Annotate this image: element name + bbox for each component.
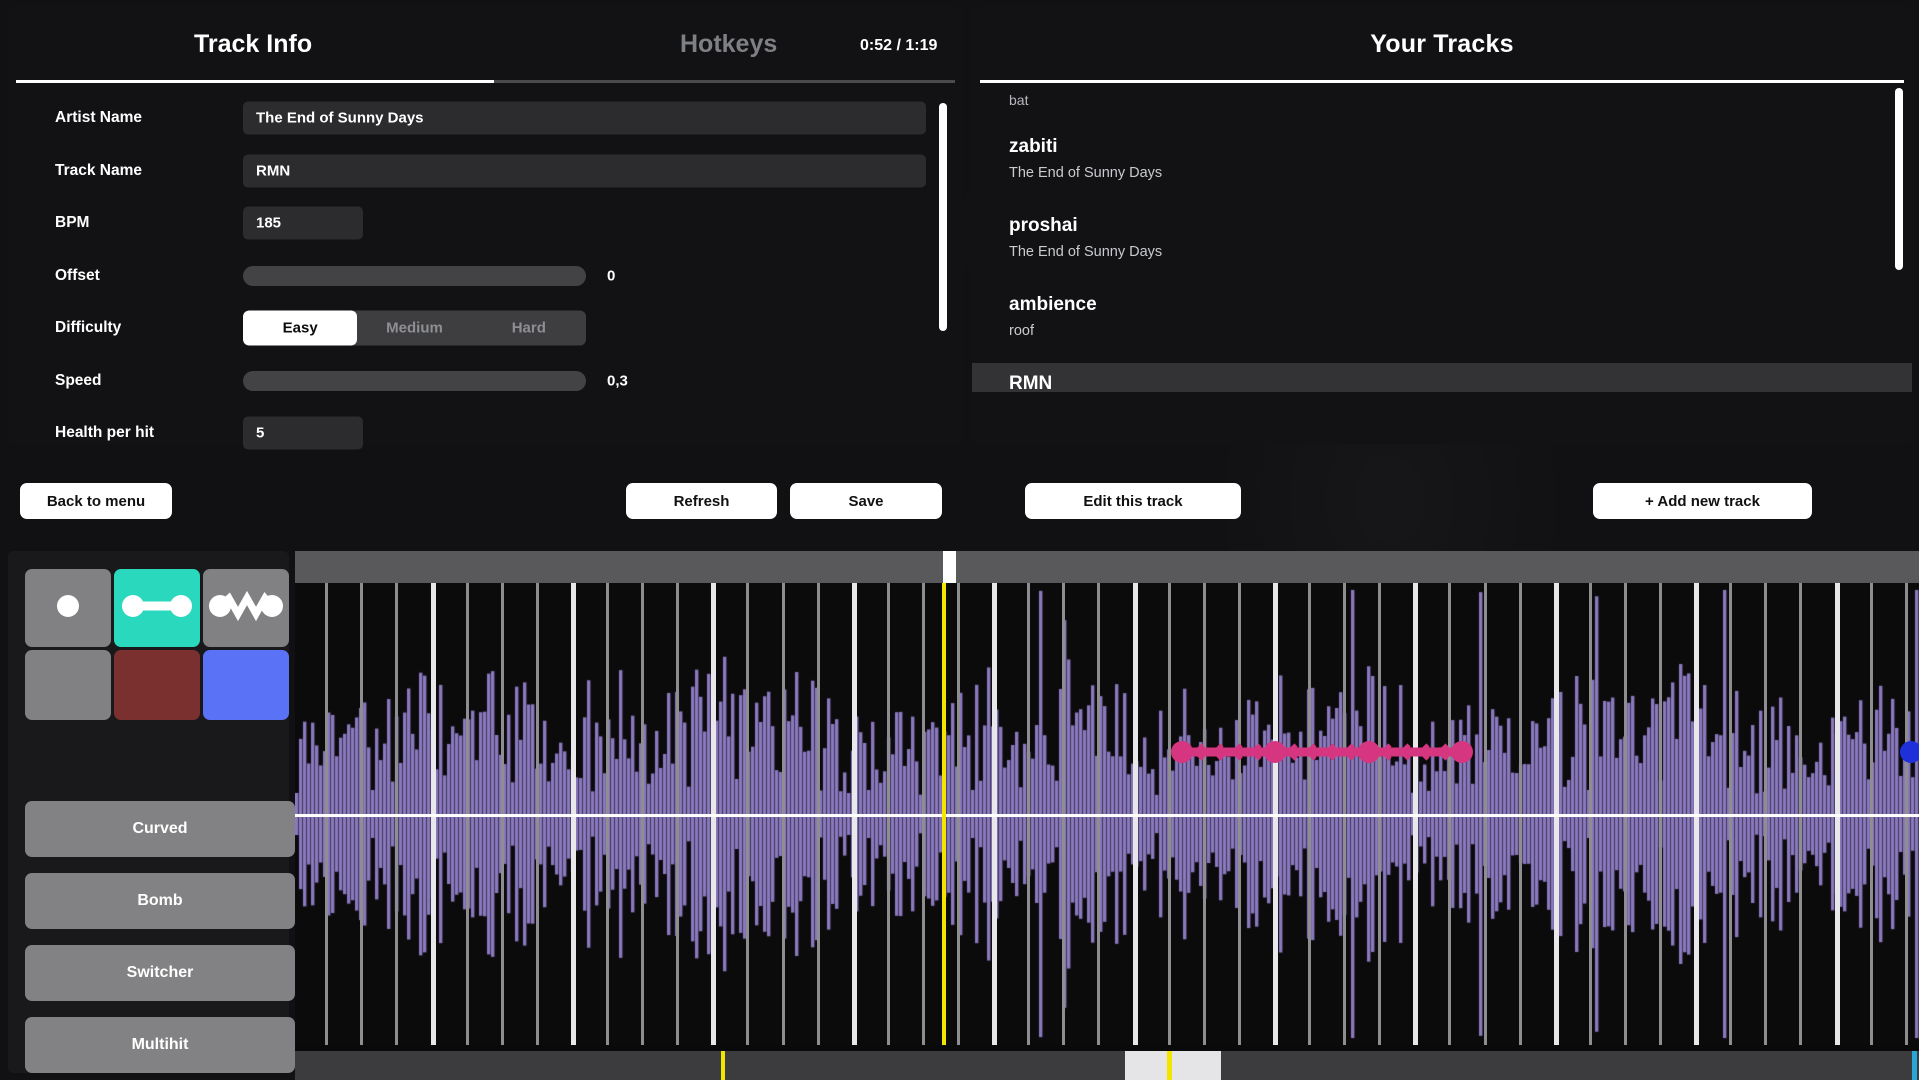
switcher-button[interactable]: Switcher [25, 945, 295, 1001]
bpm-label: BPM [55, 214, 89, 232]
curved-button[interactable]: Curved [25, 801, 295, 857]
timeline-minimap[interactable] [295, 1051, 1919, 1080]
refresh-button[interactable]: Refresh [626, 483, 777, 519]
multihit-arrows [1182, 743, 1275, 761]
list-item[interactable]: proshai The End of Sunny Days [972, 205, 1912, 284]
difficulty-segmented-control: Easy Medium Hard [243, 311, 586, 346]
artist-name-input[interactable]: The End of Sunny Days [243, 102, 926, 135]
playback-timecode: 0:52 / 1:19 [860, 37, 937, 55]
dark-red-swatch[interactable] [114, 650, 200, 720]
dot-note-icon [37, 586, 99, 631]
speed-label: Speed [55, 372, 102, 390]
edit-this-track-button[interactable]: Edit this track [1025, 483, 1241, 519]
multihit-node-2[interactable] [1358, 741, 1380, 763]
list-item[interactable]: ambience roof [972, 284, 1912, 363]
multihit-arrows [1369, 743, 1462, 761]
gray-swatch[interactable] [25, 650, 111, 720]
offset-slider[interactable] [243, 266, 586, 286]
track-info-scrollbar[interactable] [939, 103, 947, 331]
difficulty-option-easy[interactable]: Easy [243, 311, 357, 346]
minimap-thumb-playhead [1167, 1051, 1172, 1080]
row-difficulty: Difficulty Easy Medium Hard [8, 302, 963, 355]
speed-value: 0,3 [607, 372, 628, 389]
zigzag-note-tool[interactable] [203, 569, 289, 647]
timeline-editor[interactable] [295, 551, 1919, 1080]
difficulty-option-medium[interactable]: Medium [357, 311, 471, 346]
list-item[interactable]: zabiti The End of Sunny Days [972, 126, 1912, 205]
minimap-playhead [721, 1051, 725, 1080]
add-new-track-button[interactable]: + Add new track [1593, 483, 1812, 519]
your-tracks-panel: Your Tracks bat zabiti The End of Sunny … [972, 6, 1912, 444]
multihit-node-0[interactable] [1171, 741, 1193, 763]
zigzag-note-icon [208, 586, 284, 631]
row-offset: Offset 0 [8, 250, 963, 303]
your-tracks-divider [980, 80, 1904, 83]
your-tracks-scrollbar[interactable] [1895, 88, 1903, 270]
multihit-node-3[interactable] [1451, 741, 1473, 763]
track-list: bat zabiti The End of Sunny Days proshai… [972, 92, 1912, 392]
multihit-arrows [1275, 743, 1369, 761]
tab-track-info[interactable]: Track Info [194, 30, 312, 59]
editor-window: Track Info Hotkeys 0:52 / 1:19 Artist Na… [0, 0, 1919, 1080]
row-speed: Speed 0,3 [8, 355, 963, 408]
track-info-form: Artist Name The End of Sunny Days Track … [8, 92, 963, 460]
difficulty-label: Difficulty [55, 319, 121, 337]
track-name-input[interactable]: RMN [243, 154, 926, 187]
back-to-menu-button[interactable]: Back to menu [20, 483, 172, 519]
ruler-playhead-marker [943, 551, 956, 583]
hold-note-icon [121, 586, 193, 631]
health-per-hit-label: Health per hit [55, 424, 154, 442]
track-item-name: zabiti [1009, 136, 1912, 158]
row-health-per-hit: Health per hit 5 [8, 407, 963, 460]
hold-note-tool[interactable] [114, 569, 200, 647]
list-item-selected[interactable]: RMN The End of Sunny Days [972, 363, 1912, 392]
track-name-label: Track Name [55, 162, 142, 180]
track-item-artist: The End of Sunny Days [1009, 165, 1912, 181]
dot-note-tool[interactable] [25, 569, 111, 647]
waveform-center-line [295, 814, 1919, 817]
health-per-hit-input[interactable]: 5 [243, 417, 363, 450]
difficulty-option-hard[interactable]: Hard [472, 311, 586, 346]
track-item-name: proshai [1009, 215, 1912, 237]
row-bpm: BPM 185 [8, 197, 963, 250]
dot-note[interactable] [1900, 741, 1919, 763]
your-tracks-header: Your Tracks [972, 6, 1912, 84]
multihit-button[interactable]: Multihit [25, 1017, 295, 1073]
save-button[interactable]: Save [790, 483, 942, 519]
track-info-panel: Track Info Hotkeys 0:52 / 1:19 Artist Na… [8, 6, 963, 444]
timeline-ruler[interactable] [295, 551, 1919, 583]
bomb-button[interactable]: Bomb [25, 873, 295, 929]
tab-active-underline [16, 80, 494, 83]
tab-hotkeys[interactable]: Hotkeys [680, 30, 777, 59]
panel-tabs: Track Info Hotkeys 0:52 / 1:19 [8, 6, 963, 80]
bpm-input[interactable]: 185 [243, 207, 363, 240]
minimap-viewport-thumb[interactable] [1125, 1051, 1221, 1080]
track-item-artist: roof [1009, 323, 1912, 339]
tool-grid [25, 569, 295, 720]
list-item-partial[interactable]: bat [972, 92, 1912, 126]
row-artist-name: Artist Name The End of Sunny Days [8, 92, 963, 145]
blue-swatch[interactable] [203, 650, 289, 720]
offset-value: 0 [607, 267, 615, 284]
multihit-node-1[interactable] [1264, 741, 1286, 763]
waveform-area[interactable] [295, 583, 1919, 1045]
artist-name-label: Artist Name [55, 109, 142, 127]
your-tracks-title: Your Tracks [972, 30, 1912, 59]
speed-slider[interactable] [243, 371, 586, 391]
row-track-name: Track Name RMN [8, 145, 963, 198]
track-item-name: RMN [1009, 373, 1912, 392]
playhead[interactable] [942, 583, 946, 1045]
track-item-name: ambience [1009, 294, 1912, 316]
offset-label: Offset [55, 267, 100, 285]
minimap-end-marker [1912, 1051, 1917, 1080]
note-palette: Curved Bomb Switcher Multihit [8, 551, 289, 1073]
track-item-artist: The End of Sunny Days [1009, 244, 1912, 260]
